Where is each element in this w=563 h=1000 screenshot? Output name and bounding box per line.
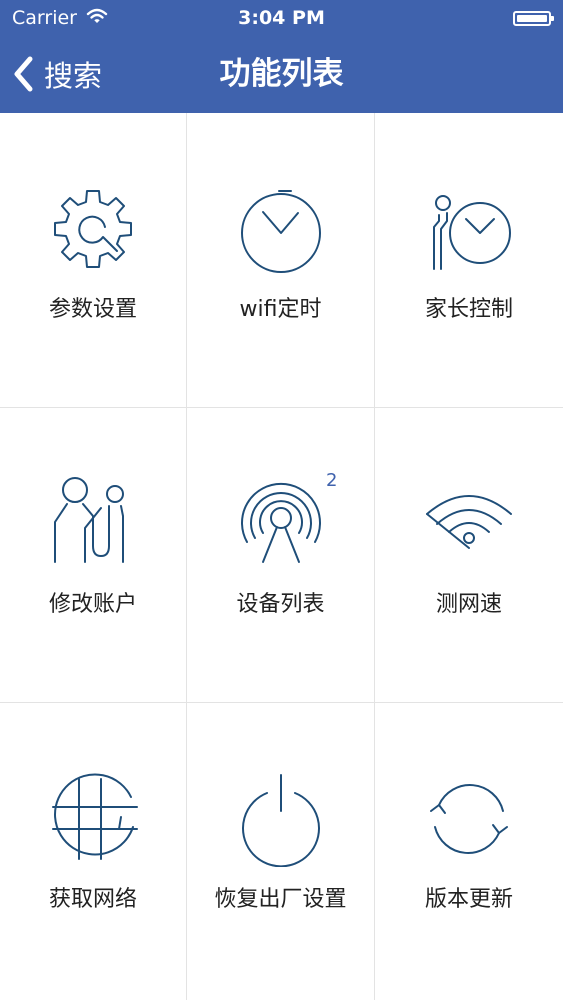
grid-item-speed-test[interactable]: 测网速: [375, 408, 563, 703]
battery-icon: [513, 11, 554, 26]
chevron-left-icon: [14, 56, 33, 92]
grid-item-version-update[interactable]: 版本更新: [375, 703, 563, 1000]
device-signal-icon: [240, 482, 321, 563]
timer-icon: [240, 190, 321, 273]
grid-item-label: 参数设置: [48, 297, 137, 322]
grid-item-label: wifi定时: [239, 297, 322, 322]
top-bar: Carrier 3:04 PM 搜索 功能列表: [0, 0, 563, 113]
grid-item-parental-control[interactable]: 家长控制: [375, 113, 563, 408]
grid-item-device-list[interactable]: 2 设备列表: [187, 408, 375, 703]
wifi-speed-icon: [426, 495, 512, 549]
grid-item-wifi-timer[interactable]: wifi定时: [187, 113, 375, 408]
grid-item-label: 获取网络: [48, 887, 137, 912]
grid-item-get-network[interactable]: 获取网络: [0, 703, 187, 1000]
grid-item-label: 恢复出厂设置: [214, 887, 347, 912]
device-count-badge: 2: [326, 470, 338, 491]
grid-item-label: 设备列表: [236, 592, 325, 617]
clock-time: 3:04 PM: [238, 7, 325, 29]
power-icon: [241, 774, 320, 867]
parental-control-icon: [433, 195, 511, 270]
grid-item-factory-reset[interactable]: 恢复出厂设置: [187, 703, 375, 1000]
function-grid: 参数设置 wifi定时 家长控制 修改账户 2 设备列表 测网速 获取网络 恢复…: [0, 113, 563, 1000]
grid-item-parameter-settings[interactable]: 参数设置: [0, 113, 187, 408]
back-button-label: 搜索: [44, 59, 103, 93]
grid-item-label: 版本更新: [424, 887, 513, 912]
gear-icon: [54, 190, 132, 268]
grid-item-label: 修改账户: [48, 592, 137, 617]
grid-item-modify-account[interactable]: 修改账户: [0, 408, 187, 703]
grid-item-label: 测网速: [435, 592, 502, 617]
users-icon: [54, 477, 124, 563]
back-button[interactable]: 搜索: [12, 52, 102, 96]
network-grid-icon: [52, 773, 138, 860]
grid-item-label: 家长控制: [424, 297, 513, 322]
status-bar: Carrier 3:04 PM: [0, 0, 563, 38]
refresh-icon: [430, 784, 508, 854]
